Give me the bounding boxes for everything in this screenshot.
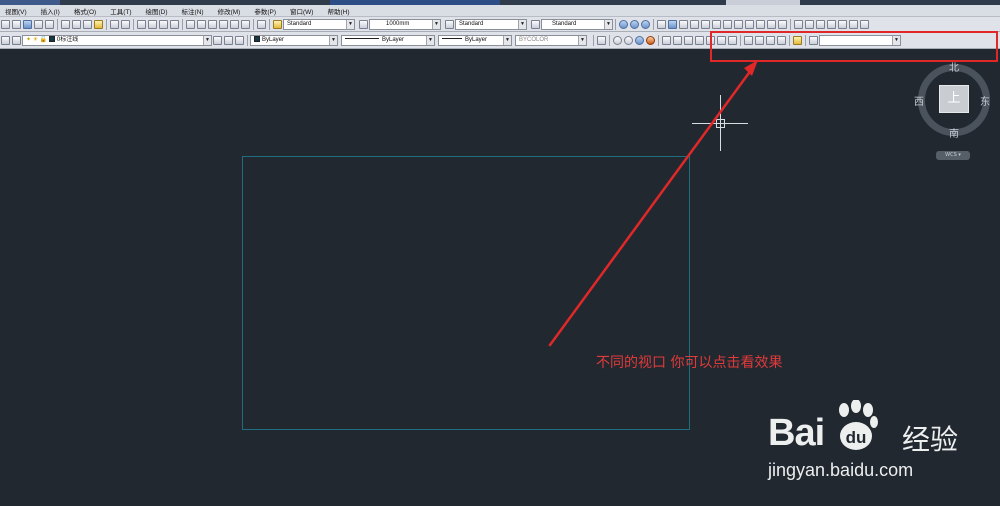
compass-west[interactable]: 西 <box>914 93 924 108</box>
watermark-bai: Bai <box>768 412 825 454</box>
compass-east[interactable]: 东 <box>980 93 990 108</box>
paw-logo-icon: du <box>839 400 878 450</box>
compass-south[interactable]: 南 <box>949 125 959 140</box>
viewcube-top-face[interactable]: 上 <box>939 85 969 113</box>
svg-text:du: du <box>846 428 867 447</box>
watermark-jingyan: 经验 <box>902 423 959 456</box>
baidu-watermark: du Bai 经验 jingyan.baidu.com <box>768 400 988 500</box>
watermark-url: jingyan.baidu.com <box>768 460 914 480</box>
viewcube-face-label: 上 <box>947 91 961 106</box>
wcs-menu[interactable]: WCS ▾ <box>936 151 970 160</box>
annotation-text: 不同的视口 你可以点击看效果 <box>596 355 783 371</box>
compass-north[interactable]: 北 <box>949 59 959 74</box>
watermark-brand: Bai <box>768 412 825 455</box>
